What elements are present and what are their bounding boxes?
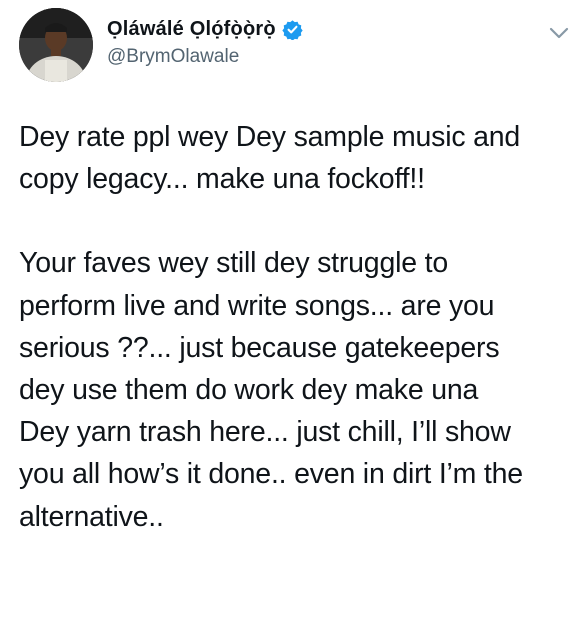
tweet-line: serious ??... just because gatekeepers xyxy=(19,331,500,364)
tweet-line: Dey rate ppl wey Dey sample music and xyxy=(19,121,521,153)
tweet-line: Dey yarn trash here... just chill, I’ll … xyxy=(19,416,511,449)
tweet-text: Dey rate ppl wey Dey sample music and co… xyxy=(19,116,579,538)
avatar[interactable] xyxy=(19,8,93,82)
author-name-row: Ọláwálé Ọlọ́fọ̀ọ̀rọ̀ xyxy=(107,16,303,42)
verified-badge-icon xyxy=(282,19,303,40)
tweet-line: perform live and write songs... are you xyxy=(19,289,495,322)
tweet-line: alternative.. xyxy=(19,500,164,533)
author-handle[interactable]: @BrymOlawale xyxy=(107,46,239,68)
tweet-line: Your faves wey still dey struggle to xyxy=(19,247,448,280)
tweet-line: you all how’s it done.. even in dirt I’m… xyxy=(19,458,523,491)
chevron-down-icon[interactable] xyxy=(548,26,570,40)
tweet-line: copy legacy... make una fockoff!! xyxy=(19,163,425,196)
author-display-name[interactable]: Ọláwálé Ọlọ́fọ̀ọ̀rọ̀ xyxy=(107,18,276,41)
tweet-line: dey use them do work dey make una xyxy=(19,374,479,407)
tweet-paragraph: Dey rate ppl wey Dey sample music and co… xyxy=(19,116,579,200)
tweet-card: Ọláwálé Ọlọ́fọ̀ọ̀rọ̀ @BrymOlawale Dey ra… xyxy=(0,0,588,644)
tweet-paragraph: Your faves wey still dey struggle to per… xyxy=(19,242,579,537)
